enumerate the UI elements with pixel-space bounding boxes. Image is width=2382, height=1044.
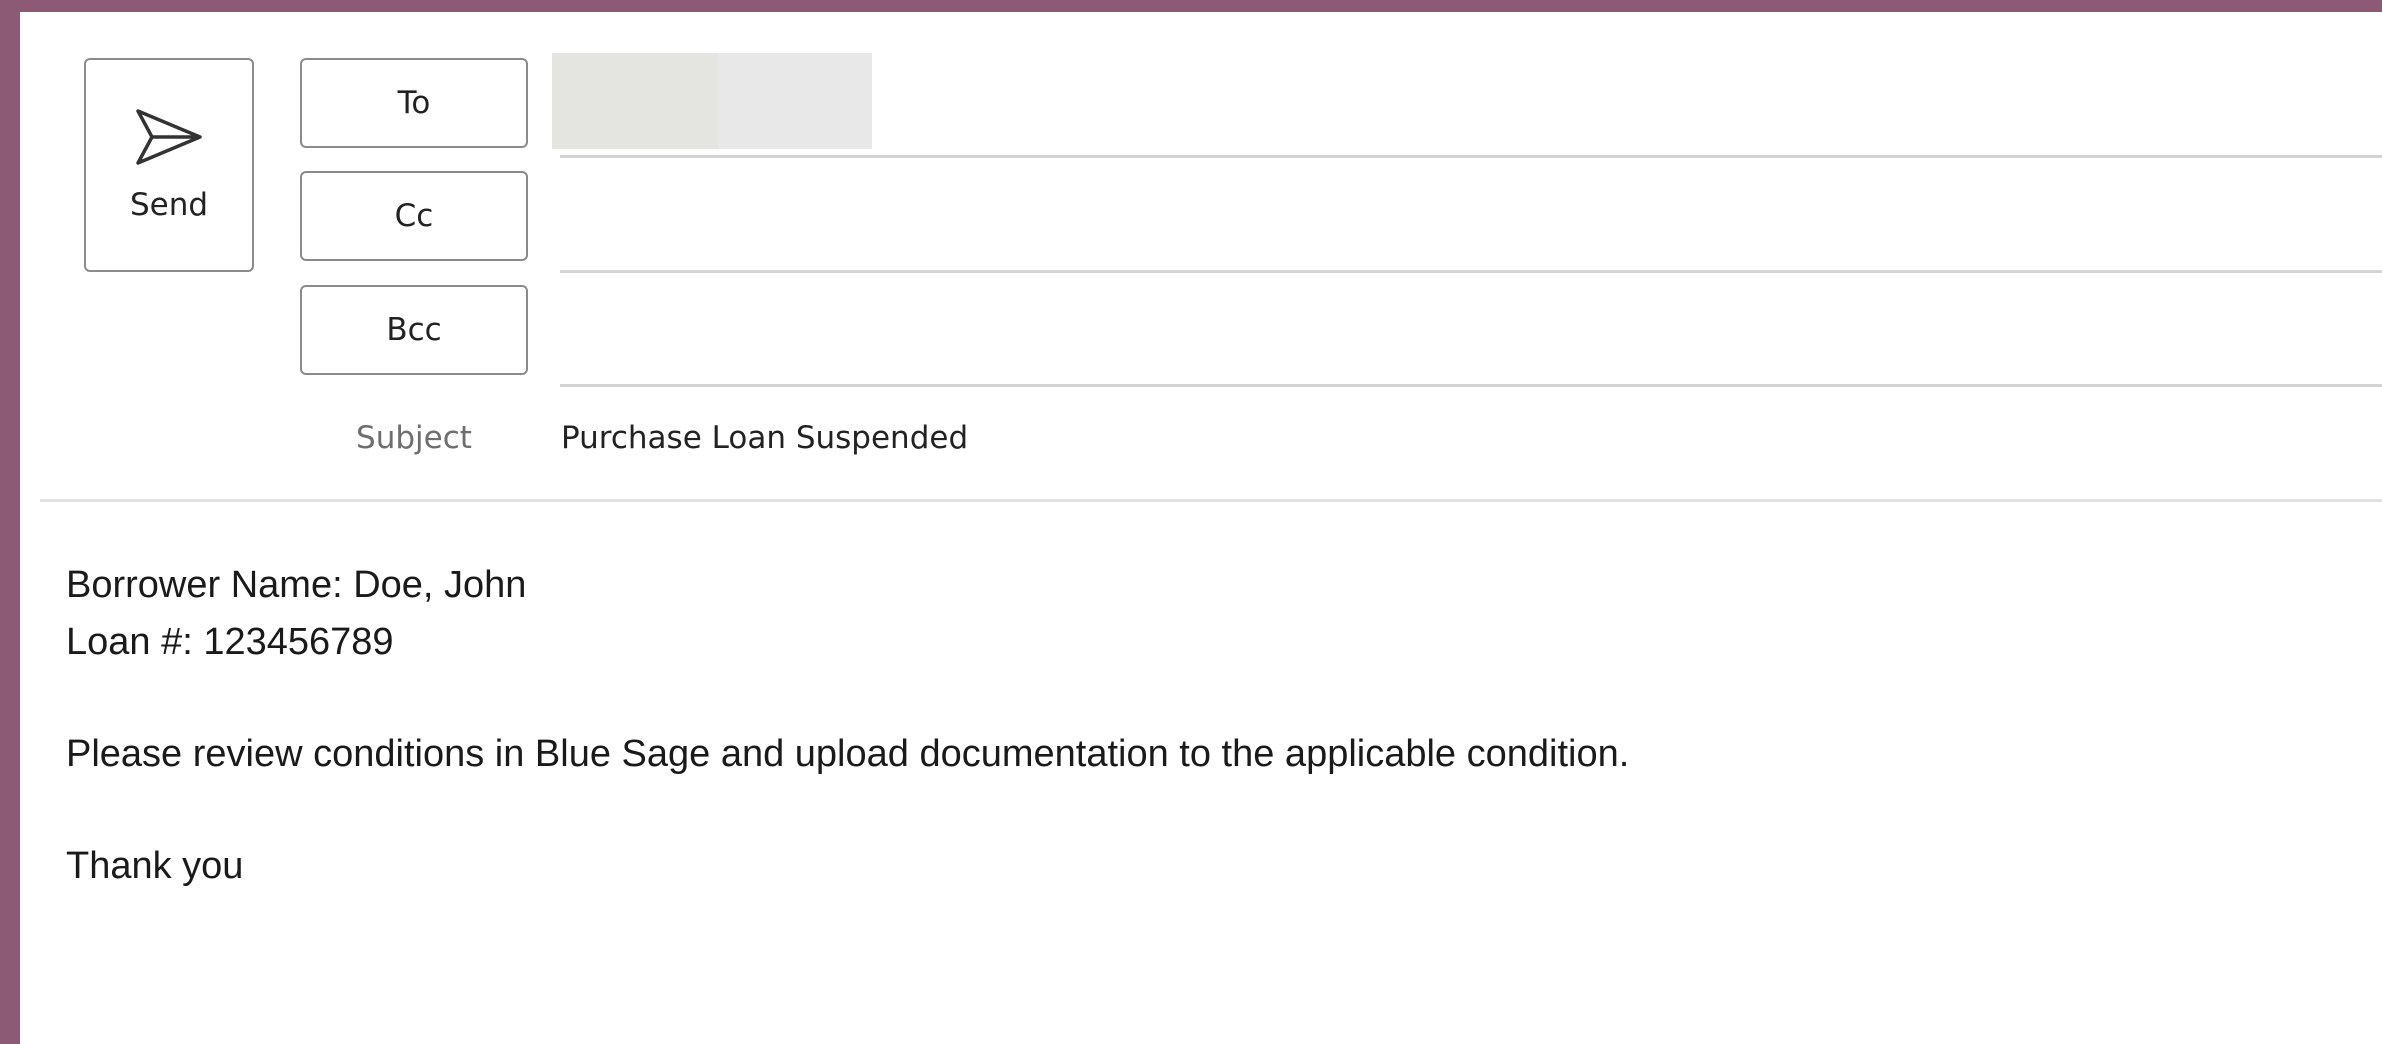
body-line-thanks: Thank you [66, 845, 244, 887]
send-label: Send [129, 187, 209, 223]
to-field[interactable] [560, 155, 2382, 158]
header-divider [40, 499, 2382, 502]
send-icon [136, 109, 202, 165]
bcc-button[interactable]: Bcc [300, 285, 528, 375]
cc-field[interactable] [560, 270, 2382, 273]
compose-window: Send To Cc Bcc Subject Purchase Loan Sus… [20, 12, 2382, 1044]
message-body[interactable]: Borrower Name: Doe, John Loan #: 1234567… [66, 557, 2342, 895]
to-button[interactable]: To [300, 58, 528, 148]
subject-label: Subject [356, 420, 472, 456]
body-line-instructions: Please review conditions in Blue Sage an… [66, 733, 1630, 775]
subject-input[interactable]: Purchase Loan Suspended [561, 420, 968, 456]
send-button[interactable]: Send [84, 58, 254, 272]
body-line-loan: Loan #: 123456789 [66, 621, 394, 663]
body-line-borrower: Borrower Name: Doe, John [66, 564, 527, 606]
to-recipient-redacted[interactable] [552, 53, 872, 149]
cc-button[interactable]: Cc [300, 171, 528, 261]
bcc-field[interactable] [560, 384, 2382, 387]
